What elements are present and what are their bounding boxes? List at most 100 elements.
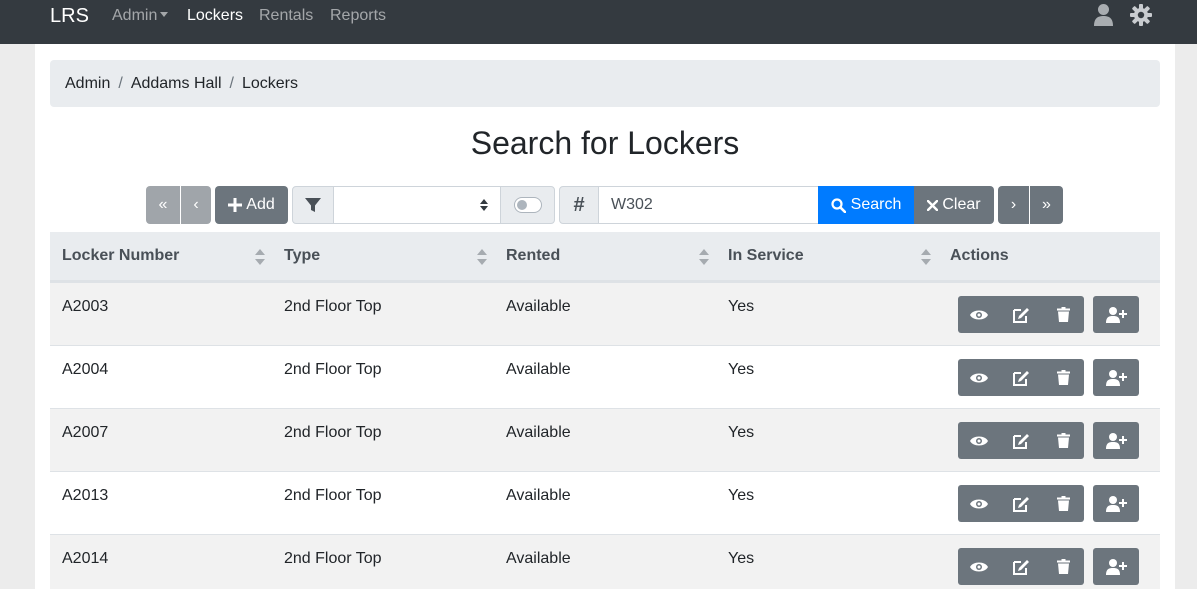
cell-locker-number: A2003 (62, 298, 109, 315)
edit-icon (1012, 559, 1029, 575)
assign-user-button[interactable] (1093, 359, 1139, 396)
edit-button[interactable] (1000, 359, 1042, 396)
assign-user-button[interactable] (1093, 422, 1139, 459)
select-arrows-icon (480, 199, 488, 211)
user-plus-icon (1105, 369, 1127, 386)
cell-rented: Available (506, 298, 571, 315)
delete-button[interactable] (1042, 296, 1084, 333)
top-navbar: LRS Admin Lockers Rentals Reports (0, 0, 1197, 44)
cell-type: 2nd Floor Top (284, 424, 382, 441)
edit-button[interactable] (1000, 422, 1042, 459)
column-header-label: In Service (728, 247, 804, 264)
cell-in-service: Yes (728, 424, 755, 441)
delete-button[interactable] (1042, 359, 1084, 396)
view-button[interactable] (958, 296, 1000, 333)
nav-lockers[interactable]: Lockers (187, 6, 243, 26)
edit-icon (1012, 307, 1029, 323)
cell-in-service: Yes (728, 361, 755, 378)
eye-icon (970, 373, 988, 382)
row-actions-group (958, 422, 1084, 459)
table-row: A2013 2nd Floor Top Available Yes (50, 471, 1160, 534)
row-actions-group (958, 359, 1084, 396)
user-plus-icon (1105, 432, 1127, 449)
edit-button[interactable] (1000, 485, 1042, 522)
nav-reports[interactable]: Reports (330, 6, 386, 26)
toggle-knob (516, 200, 527, 210)
breadcrumb-item-lockers: Lockers (241, 75, 298, 92)
row-actions-group (958, 485, 1084, 522)
filter-icon (305, 198, 321, 212)
last-page-button[interactable]: » (1030, 186, 1063, 224)
table-header: Locker Number Type Rented In Service Act… (50, 232, 1160, 282)
cell-type: 2nd Floor Top (284, 550, 382, 567)
delete-button[interactable] (1042, 548, 1084, 585)
hash-addon: # (559, 186, 599, 224)
column-header-rented[interactable]: Rented (494, 232, 716, 280)
first-page-button[interactable]: « (146, 186, 180, 224)
clear-button-label: Clear (942, 196, 981, 213)
page-title: Search for Lockers (470, 125, 740, 161)
cell-rented: Available (506, 487, 571, 504)
cell-type: 2nd Floor Top (284, 298, 382, 315)
edit-button[interactable] (1000, 296, 1042, 333)
filter-toggle-switch[interactable] (513, 197, 542, 213)
cell-type: 2nd Floor Top (284, 487, 382, 504)
row-actions-group (958, 296, 1084, 333)
view-button[interactable] (958, 422, 1000, 459)
table-row: A2007 2nd Floor Top Available Yes (50, 408, 1160, 471)
cell-locker-number: A2007 (62, 424, 109, 441)
nav-admin-dropdown[interactable]: Admin (112, 6, 169, 26)
cell-in-service: Yes (728, 487, 755, 504)
eye-icon (970, 562, 988, 571)
view-button[interactable] (958, 548, 1000, 585)
caret-down-icon (160, 12, 169, 17)
add-button[interactable]: Add (215, 186, 288, 224)
next-page-button[interactable]: › (998, 186, 1029, 224)
nav-admin-label: Admin (112, 7, 158, 24)
sort-icon (255, 249, 265, 265)
delete-button[interactable] (1042, 485, 1084, 522)
assign-user-button[interactable] (1093, 548, 1139, 585)
eye-icon (970, 499, 988, 508)
column-header-locker-number[interactable]: Locker Number (50, 232, 272, 280)
trash-icon (1056, 370, 1070, 385)
delete-button[interactable] (1042, 422, 1084, 459)
breadcrumb-item-admin[interactable]: Admin (65, 75, 110, 92)
previous-page-button[interactable]: ‹ (181, 186, 211, 224)
search-button-label: Search (850, 196, 902, 213)
cell-locker-number: A2013 (62, 487, 109, 504)
search-icon (831, 197, 846, 213)
cell-in-service: Yes (728, 550, 755, 567)
column-header-in-service[interactable]: In Service (716, 232, 938, 280)
edit-icon (1012, 496, 1029, 512)
cell-locker-number: A2014 (62, 550, 109, 567)
column-header-label: Type (284, 247, 321, 264)
breadcrumb: Admin / Addams Hall / Lockers (50, 60, 1160, 107)
column-header-actions: Actions (950, 247, 1009, 264)
brand-logo[interactable]: LRS (50, 4, 89, 28)
table-row: A2014 2nd Floor Top Available Yes (50, 534, 1160, 589)
assign-user-button[interactable] (1093, 296, 1139, 333)
filter-select[interactable] (333, 186, 501, 224)
user-plus-icon (1105, 495, 1127, 512)
assign-user-button[interactable] (1093, 485, 1139, 522)
view-button[interactable] (958, 485, 1000, 522)
table-row: A2004 2nd Floor Top Available Yes (50, 345, 1160, 408)
edit-icon (1012, 433, 1029, 449)
search-input[interactable]: W302 (598, 186, 819, 224)
column-header-type[interactable]: Type (272, 232, 494, 280)
settings-gear-icon[interactable] (1129, 3, 1153, 32)
filter-addon (292, 186, 334, 224)
edit-icon (1012, 370, 1029, 386)
trash-icon (1056, 559, 1070, 574)
nav-rentals[interactable]: Rentals (259, 6, 313, 26)
user-icon[interactable] (1093, 3, 1114, 32)
search-button[interactable]: Search (818, 186, 914, 224)
column-header-label: Rented (506, 247, 561, 264)
cell-in-service: Yes (728, 298, 755, 315)
breadcrumb-item-hall[interactable]: Addams Hall (131, 75, 222, 92)
column-header-label: Locker Number (62, 247, 180, 264)
clear-button[interactable]: Clear (914, 186, 994, 224)
edit-button[interactable] (1000, 548, 1042, 585)
view-button[interactable] (958, 359, 1000, 396)
